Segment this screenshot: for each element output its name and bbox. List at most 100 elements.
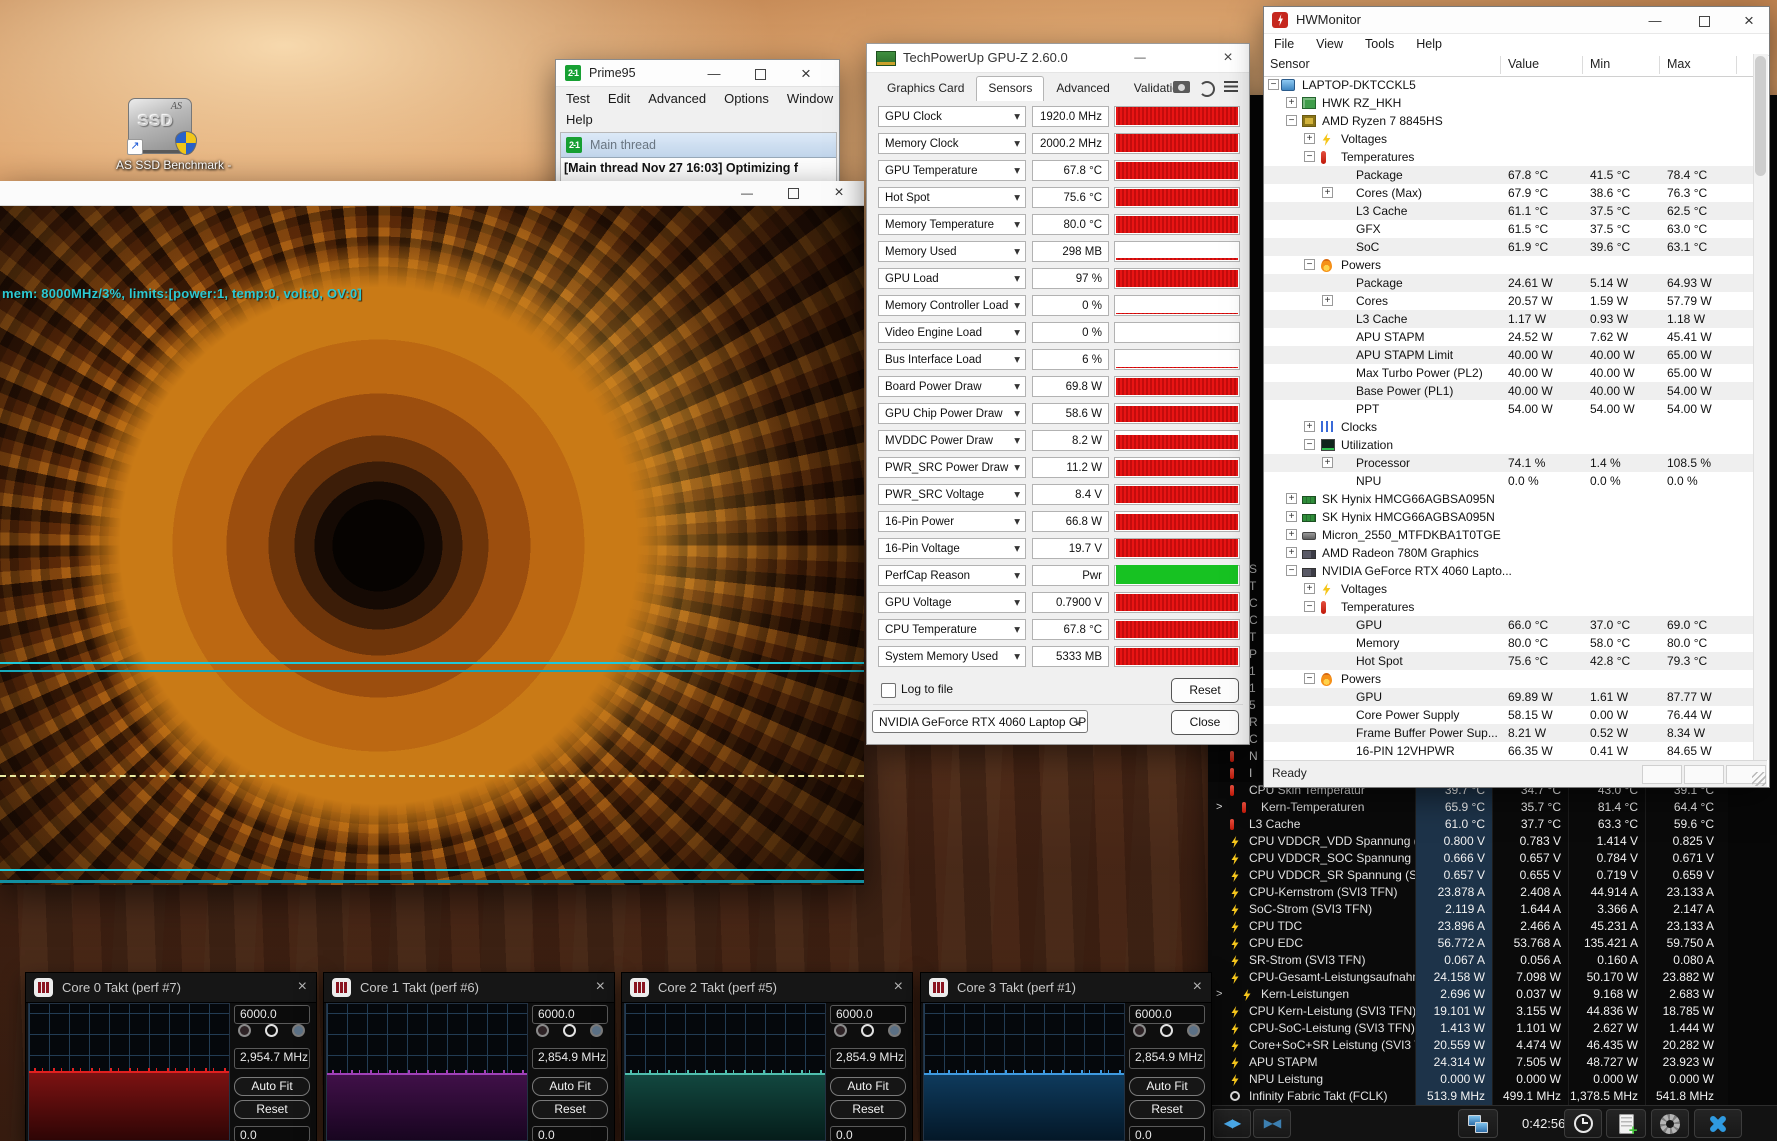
column-header-max[interactable]: Max — [1667, 57, 1691, 71]
sensor-row[interactable]: NPU Leistung0.000 W0.000 W0.000 W0.000 W — [1208, 1071, 1728, 1089]
column-header-value[interactable]: Value — [1508, 57, 1539, 71]
scrollbar-thumb[interactable] — [1755, 56, 1766, 176]
y-axis-max-field[interactable]: 6000.0 — [830, 1005, 906, 1024]
hamburger-menu-icon[interactable] — [1224, 81, 1238, 92]
hwmonitor-row[interactable]: −Temperatures — [1264, 148, 1753, 166]
expand-box-icon[interactable]: + — [1286, 97, 1297, 108]
reset-button[interactable]: Reset — [234, 1100, 310, 1119]
color-radio-3[interactable] — [888, 1024, 901, 1037]
sensor-label-dropdown[interactable]: PWR_SRC Voltage — [878, 484, 1026, 505]
expand-box-icon[interactable]: + — [1304, 421, 1315, 432]
prime95-menu-edit[interactable]: Edit — [608, 89, 630, 108]
color-radio-3[interactable] — [292, 1024, 305, 1037]
minimize-icon[interactable] — [1639, 10, 1671, 32]
sensor-label-dropdown[interactable]: GPU Voltage — [878, 592, 1026, 613]
hwmonitor-row[interactable]: L3 Cache61.1 °C37.5 °C62.5 °C — [1264, 202, 1753, 220]
hwmonitor-row[interactable]: +SK Hynix HMCG66AGBSA095N — [1264, 490, 1753, 508]
color-radio-1[interactable] — [238, 1024, 251, 1037]
expand-box-icon[interactable]: + — [1286, 493, 1297, 504]
main-thread-titlebar[interactable]: Main thread — [561, 133, 836, 158]
close-icon[interactable] — [894, 978, 903, 996]
y-axis-min-field[interactable]: 0.0 — [532, 1126, 608, 1141]
sensor-row[interactable]: CPU VDDCR_VDD Spannung (SVI...0.800 V0.7… — [1208, 833, 1728, 851]
close-icon[interactable] — [1213, 47, 1243, 69]
collapse-box-icon[interactable]: − — [1304, 151, 1315, 162]
sensor-row[interactable]: Core+SoC+SR Leistung (SVI3 TFN)20.559 W4… — [1208, 1037, 1728, 1055]
hwmonitor-row[interactable]: Hot Spot75.6 °C42.8 °C79.3 °C — [1264, 652, 1753, 670]
tab-advanced[interactable]: Advanced — [1044, 76, 1121, 101]
expand-chevron-icon[interactable]: > — [1216, 986, 1222, 1003]
hwmonitor-row[interactable]: Memory80.0 °C58.0 °C80.0 °C — [1264, 634, 1753, 652]
expand-box-icon[interactable]: + — [1304, 583, 1315, 594]
core-takt-titlebar[interactable]: Core 2 Takt (perf #5) — [622, 973, 912, 1003]
collapse-box-icon[interactable]: − — [1304, 601, 1315, 612]
hwmonitor-row[interactable]: Frame Buffer Power Sup...8.21 W0.52 W8.3… — [1264, 724, 1753, 742]
auto-fit-button[interactable]: Auto Fit — [532, 1077, 608, 1096]
close-button[interactable]: Close — [1171, 710, 1239, 735]
prime95-menu-window[interactable]: Window — [787, 89, 833, 108]
hwmonitor-row[interactable]: +Micron_2550_MTFDKBA1T0TGE — [1264, 526, 1753, 544]
sensor-label-dropdown[interactable]: Memory Controller Load — [878, 295, 1026, 316]
sensor-row[interactable]: CPU-Gesamt-Leistungsaufnahme24.158 W7.09… — [1208, 969, 1728, 987]
sensor-label-dropdown[interactable]: Hot Spot — [878, 187, 1026, 208]
hwmonitor-row[interactable]: Package67.8 °C41.5 °C78.4 °C — [1264, 166, 1753, 184]
expand-box-icon[interactable]: + — [1322, 457, 1333, 468]
sensor-row[interactable]: SoC-Strom (SVI3 TFN)2.119 A1.644 A3.366 … — [1208, 901, 1728, 919]
hwmonitor-row[interactable]: −AMD Ryzen 7 8845HS — [1264, 112, 1753, 130]
hwmonitor-row[interactable]: +Voltages — [1264, 130, 1753, 148]
remote-monitoring-button[interactable] — [1458, 1109, 1498, 1138]
tab-sensors[interactable]: Sensors — [976, 76, 1044, 101]
y-axis-max-field[interactable]: 6000.0 — [532, 1005, 608, 1024]
sensor-label-dropdown[interactable]: Bus Interface Load — [878, 349, 1026, 370]
hwmonitor-row[interactable]: +Cores (Max)67.9 °C38.6 °C76.3 °C — [1264, 184, 1753, 202]
maximize-icon[interactable] — [776, 181, 810, 205]
sensor-label-dropdown[interactable]: CPU Temperature — [878, 619, 1026, 640]
hwmonitor-row[interactable]: Base Power (PL1)40.00 W40.00 W54.00 W — [1264, 382, 1753, 400]
prime95-menu-help[interactable]: Help — [566, 110, 593, 129]
hwmonitor-titlebar[interactable]: HWMonitor — [1264, 7, 1769, 34]
sensor-label-dropdown[interactable]: MVDDC Power Draw — [878, 430, 1026, 451]
hwmonitor-row[interactable]: APU STAPM Limit40.00 W40.00 W65.00 W — [1264, 346, 1753, 364]
core-takt-titlebar[interactable]: Core 1 Takt (perf #6) — [324, 973, 614, 1003]
sensor-row[interactable]: CPU EDC56.772 A53.768 A135.421 A59.750 A — [1208, 935, 1728, 953]
hwmonitor-row[interactable]: −Powers — [1264, 256, 1753, 274]
log-to-file-checkbox[interactable] — [881, 683, 896, 698]
color-radio-2[interactable] — [563, 1024, 576, 1037]
expand-box-icon[interactable]: + — [1286, 511, 1297, 522]
hwmonitor-row[interactable]: APU STAPM24.52 W7.62 W45.41 W — [1264, 328, 1753, 346]
sensor-label-dropdown[interactable]: GPU Temperature — [878, 160, 1026, 181]
close-icon[interactable] — [790, 63, 822, 85]
reset-button[interactable]: Reset — [830, 1100, 906, 1119]
reset-button[interactable]: Reset — [1171, 678, 1239, 703]
sensor-label-dropdown[interactable]: 16-Pin Voltage — [878, 538, 1026, 559]
color-radio-1[interactable] — [1133, 1024, 1146, 1037]
sensor-row[interactable]: Infinity Fabric Takt (FCLK)513.9 MHz499.… — [1208, 1088, 1728, 1106]
sensor-label-dropdown[interactable]: GPU Chip Power Draw — [878, 403, 1026, 424]
collapse-box-icon[interactable]: − — [1268, 79, 1279, 90]
hwmonitor-row[interactable]: +HWK RZ_HKH — [1264, 94, 1753, 112]
auto-fit-button[interactable]: Auto Fit — [234, 1077, 310, 1096]
close-icon[interactable] — [298, 978, 307, 996]
close-icon[interactable] — [1733, 10, 1765, 32]
hwmonitor-row[interactable]: −NVIDIA GeForce RTX 4060 Lapto... — [1264, 562, 1753, 580]
expand-window-button[interactable] — [1213, 1109, 1251, 1138]
sensor-label-dropdown[interactable]: PWR_SRC Power Draw — [878, 457, 1026, 478]
collapse-box-icon[interactable]: − — [1304, 673, 1315, 684]
auto-fit-button[interactable]: Auto Fit — [1129, 1077, 1205, 1096]
color-radio-1[interactable] — [834, 1024, 847, 1037]
gpuz-titlebar[interactable]: TechPowerUp GPU-Z 2.60.0 — [867, 44, 1249, 73]
screenshot-camera-icon[interactable] — [1173, 81, 1190, 93]
hwmonitor-row[interactable]: −Utilization — [1264, 436, 1753, 454]
hwmonitor-row[interactable]: Max Turbo Power (PL2)40.00 W40.00 W65.00… — [1264, 364, 1753, 382]
sensor-label-dropdown[interactable]: GPU Clock — [878, 106, 1026, 127]
hwmonitor-menu-tools[interactable]: Tools — [1365, 34, 1394, 55]
sensor-row[interactable]: CPU Kern-Leistung (SVI3 TFN)19.101 W3.15… — [1208, 1003, 1728, 1021]
hwmonitor-menu-file[interactable]: File — [1274, 34, 1294, 55]
sensor-label-dropdown[interactable]: Board Power Draw — [878, 376, 1026, 397]
furmark-titlebar[interactable] — [0, 181, 864, 206]
column-header-min[interactable]: Min — [1590, 57, 1610, 71]
expand-box-icon[interactable]: + — [1322, 295, 1333, 306]
core-takt-titlebar[interactable]: Core 3 Takt (perf #1) — [921, 973, 1211, 1003]
hwmonitor-row[interactable]: +SK Hynix HMCG66AGBSA095N — [1264, 508, 1753, 526]
refresh-icon[interactable] — [1199, 81, 1215, 97]
